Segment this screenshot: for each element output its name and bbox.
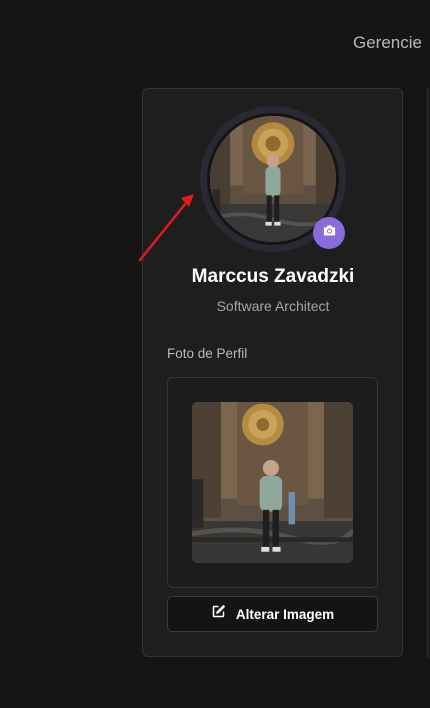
change-image-button[interactable]: Alterar Imagem [167,596,378,632]
profile-photo-image [192,402,353,563]
profile-role: Software Architect [216,298,330,314]
change-avatar-button[interactable] [313,217,345,249]
avatar-container [200,106,346,252]
page-header-title: Gerencie [353,33,422,52]
change-image-label: Alterar Imagem [235,606,335,622]
edit-icon [211,604,226,624]
camera-icon [322,223,337,243]
profile-name: Marccus Zavadzki [191,266,355,287]
page: Gerencie Marccus Zavadzki Software Archi… [0,0,430,708]
profile-photo-preview [192,402,353,563]
profile-photo-section-label: Foto de Perfil [167,346,248,361]
profile-photo-box [167,377,378,588]
